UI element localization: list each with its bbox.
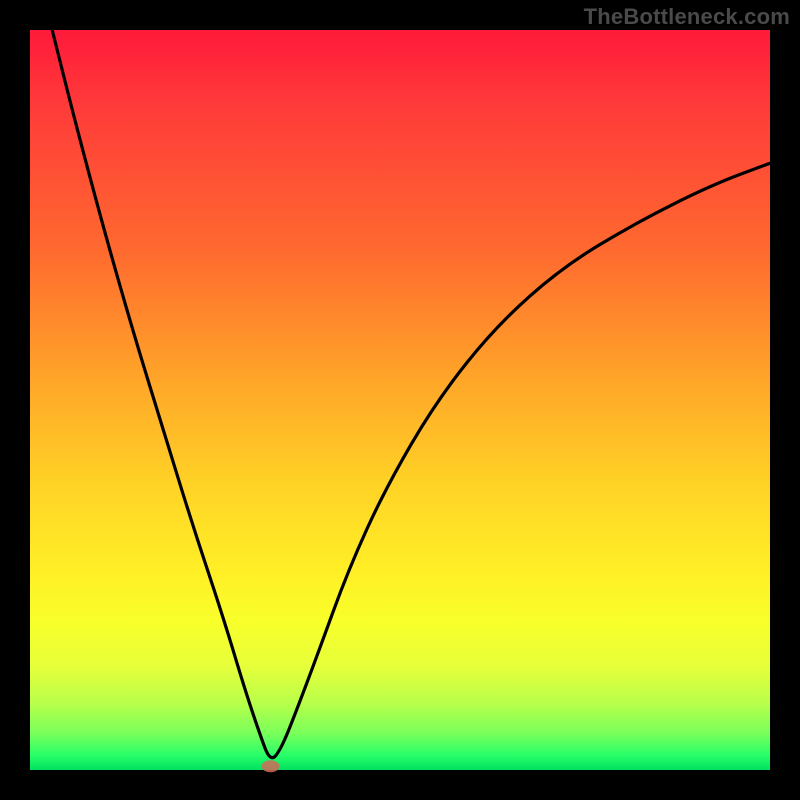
chart-frame: TheBottleneck.com <box>0 0 800 800</box>
curve-svg <box>30 30 770 770</box>
plot-area <box>30 30 770 770</box>
bottleneck-curve <box>52 30 770 758</box>
minimum-marker <box>262 760 280 772</box>
watermark-label: TheBottleneck.com <box>584 4 790 30</box>
